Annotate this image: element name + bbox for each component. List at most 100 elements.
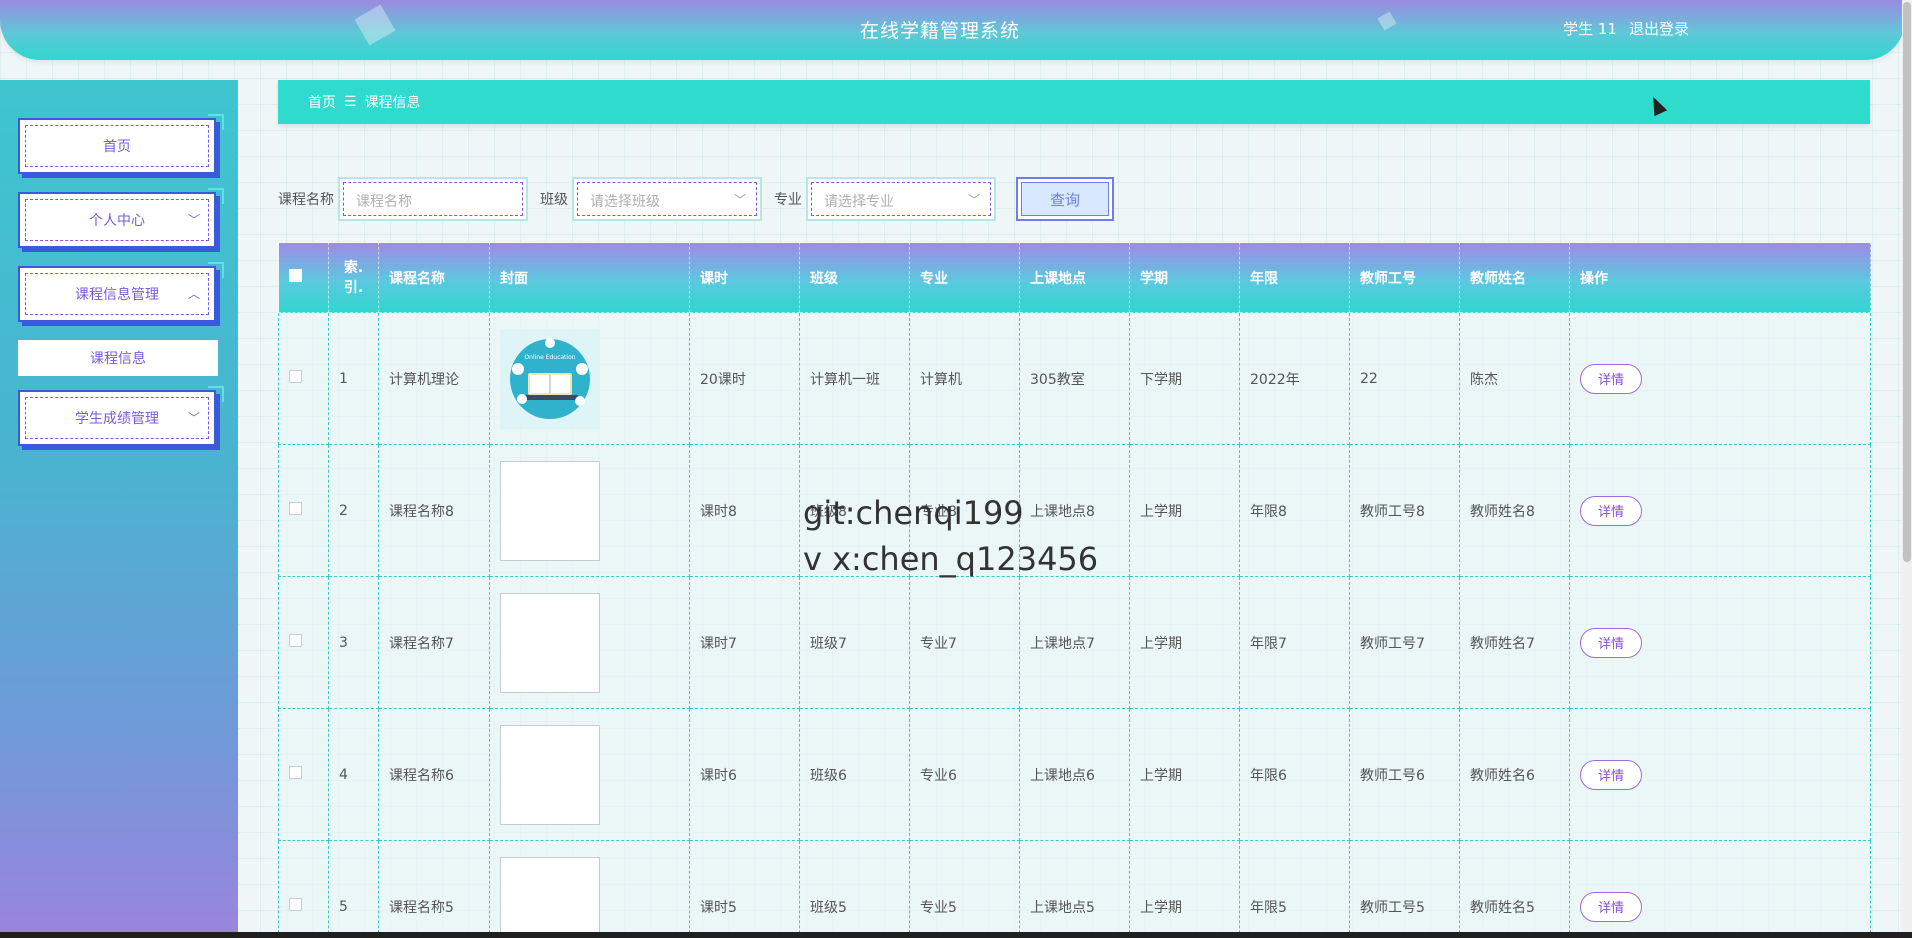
row-checkbox[interactable] xyxy=(289,370,302,383)
header-year: 年限 xyxy=(1239,242,1350,313)
chevron-down-icon: ﹀ xyxy=(733,193,746,207)
detail-button[interactable]: 详情 xyxy=(1580,759,1642,790)
detail-button[interactable]: 详情 xyxy=(1580,627,1642,658)
cell-teacher-id: 22 xyxy=(1349,312,1460,445)
course-table: 索. 引. 课程名称 封面 课时 班级 专业 上课地点 学期 年限 教师工号 教… xyxy=(278,242,1871,938)
header-term: 学期 xyxy=(1129,242,1240,313)
header-index-line1: 索. xyxy=(343,259,364,276)
row-checkbox-cell[interactable] xyxy=(278,312,329,445)
cell-hours: 课时7 xyxy=(689,576,800,709)
cell-action: 详情 xyxy=(1569,708,1871,841)
row-checkbox-cell[interactable] xyxy=(278,840,329,938)
cell-hours: 课时6 xyxy=(689,708,800,841)
class-placeholder: 请选择班级 xyxy=(590,194,660,210)
row-checkbox[interactable] xyxy=(289,766,302,779)
major-placeholder: 请选择专业 xyxy=(824,194,894,210)
cell-index: 5 xyxy=(328,840,379,938)
query-button[interactable]: 查询 xyxy=(1016,177,1114,221)
row-checkbox-cell[interactable] xyxy=(278,444,329,577)
header-teacher-id: 教师工号 xyxy=(1349,242,1460,313)
taskbar-strip xyxy=(0,932,1912,938)
cell-term: 上学期 xyxy=(1129,840,1240,938)
row-checkbox[interactable] xyxy=(289,502,302,515)
course-name-label: 课程名称 xyxy=(278,192,334,208)
cell-teacher-name: 教师姓名8 xyxy=(1459,444,1570,577)
select-all-checkbox-cell[interactable] xyxy=(278,242,329,313)
scrollbar-thumb[interactable] xyxy=(1903,2,1911,562)
vertical-scrollbar[interactable] xyxy=(1902,0,1912,938)
breadcrumb-current: 课程信息 xyxy=(364,95,421,111)
detail-button[interactable]: 详情 xyxy=(1580,495,1642,526)
breadcrumb: 首页 ☰ 课程信息 xyxy=(278,80,1870,124)
sidebar-item-course-management[interactable]: 课程信息管理 ︿ xyxy=(18,262,224,322)
cell-course-name: 课程名称8 xyxy=(378,444,490,577)
row-checkbox[interactable] xyxy=(289,634,302,647)
table-row: 5 课程名称5 课时5 班级5 专业5 上课地点5 上学期 年限5 教师工号5 教师姓名5 详情 xyxy=(278,840,1871,938)
header-cover: 封面 xyxy=(489,242,690,313)
watermark-line2: v x:chen_q123456 xyxy=(803,540,1099,578)
cell-year: 年限5 xyxy=(1239,840,1350,938)
cell-year: 年限8 xyxy=(1239,444,1350,577)
row-checkbox-cell[interactable] xyxy=(278,576,329,709)
cell-course-name: 课程名称7 xyxy=(378,576,490,709)
class-label: 班级 xyxy=(540,192,568,208)
sidebar-item-label: 学生成绩管理 xyxy=(75,411,159,427)
header-action: 操作 xyxy=(1569,242,1871,313)
table-row: 1 计算机理论 Online Education 20课时 计算机一班 计算机 305教室下… xyxy=(278,312,1871,445)
header-location: 上课地点 xyxy=(1019,242,1130,313)
row-checkbox-cell[interactable] xyxy=(278,708,329,841)
cell-major: 专业6 xyxy=(909,708,1020,841)
course-name-placeholder: 课程名称 xyxy=(356,194,412,210)
sidebar-subitem-course-info[interactable]: 课程信息 xyxy=(18,340,218,376)
select-all-checkbox[interactable] xyxy=(289,269,302,282)
row-checkbox[interactable] xyxy=(289,898,302,911)
table-row: 4 课程名称6 课时6 班级6 专业6 上课地点6 上学期 年限6 教师工号6 教师姓名6 详情 xyxy=(278,708,1871,841)
cell-course-name: 课程名称5 xyxy=(378,840,490,938)
top-header: 在线学籍管理系统 学生 11 退出登录 xyxy=(0,0,1905,60)
cell-term: 上学期 xyxy=(1129,576,1240,709)
cell-index: 1 xyxy=(328,312,379,445)
detail-button[interactable]: 详情 xyxy=(1580,363,1642,394)
cell-hours: 课时5 xyxy=(689,840,800,938)
cell-course-name: 课程名称6 xyxy=(378,708,490,841)
cell-teacher-id: 教师工号5 xyxy=(1349,840,1460,938)
cell-action: 详情 xyxy=(1569,312,1871,445)
cell-location: 上课地点6 xyxy=(1019,708,1130,841)
sidebar-item-home[interactable]: 首页 xyxy=(18,114,224,174)
cell-cover xyxy=(489,840,690,938)
user-name: 学生 11 xyxy=(1563,20,1617,38)
detail-button[interactable]: 详情 xyxy=(1580,891,1642,922)
chevron-down-icon: ﹀ xyxy=(187,411,200,425)
class-select[interactable]: 请选择班级 ﹀ xyxy=(572,177,762,221)
cell-cover xyxy=(489,444,690,577)
cell-teacher-name: 教师姓名6 xyxy=(1459,708,1570,841)
header-index-line2: 引. xyxy=(343,279,364,296)
sidebar-item-label: 个人中心 xyxy=(89,213,145,229)
major-select[interactable]: 请选择专业 ﹀ xyxy=(806,177,996,221)
cell-teacher-id: 教师工号6 xyxy=(1349,708,1460,841)
cell-location: 305教室 xyxy=(1019,312,1130,445)
table-header-row: 索. 引. 课程名称 封面 课时 班级 专业 上课地点 学期 年限 教师工号 教… xyxy=(278,242,1871,313)
logout-link[interactable]: 退出登录 xyxy=(1629,18,1689,39)
chevron-up-icon: ︿ xyxy=(187,287,200,301)
sidebar-item-personal-center[interactable]: 个人中心 ﹀ xyxy=(18,188,224,248)
cell-teacher-name: 陈杰 xyxy=(1459,312,1570,445)
user-area: 学生 11 退出登录 xyxy=(1563,18,1689,39)
table-row: 3 课程名称7 课时7 班级7 专业7 上课地点7 上学期 年限7 教师工号7 教师姓名7 详情 xyxy=(278,576,1871,709)
cell-term: 上学期 xyxy=(1129,444,1240,577)
breadcrumb-separator-icon: ☰ xyxy=(344,94,357,110)
cell-teacher-name: 教师姓名5 xyxy=(1459,840,1570,938)
svg-text:Online Education: Online Education xyxy=(524,354,575,361)
course-name-input[interactable]: 课程名称 xyxy=(338,177,528,221)
watermark: git:chenqi199 v x:chen_q123456 xyxy=(803,490,1098,582)
cell-major: 计算机 xyxy=(909,312,1020,445)
cell-cover xyxy=(489,708,690,841)
online-education-illustration: Online Education xyxy=(500,328,600,429)
cell-action: 详情 xyxy=(1569,576,1871,709)
cell-index: 3 xyxy=(328,576,379,709)
cell-year: 2022年 xyxy=(1239,312,1350,445)
cell-index: 2 xyxy=(328,444,379,577)
breadcrumb-home[interactable]: 首页 xyxy=(308,92,336,112)
sidebar-item-score-management[interactable]: 学生成绩管理 ﹀ xyxy=(18,386,224,446)
major-label: 专业 xyxy=(774,192,802,208)
